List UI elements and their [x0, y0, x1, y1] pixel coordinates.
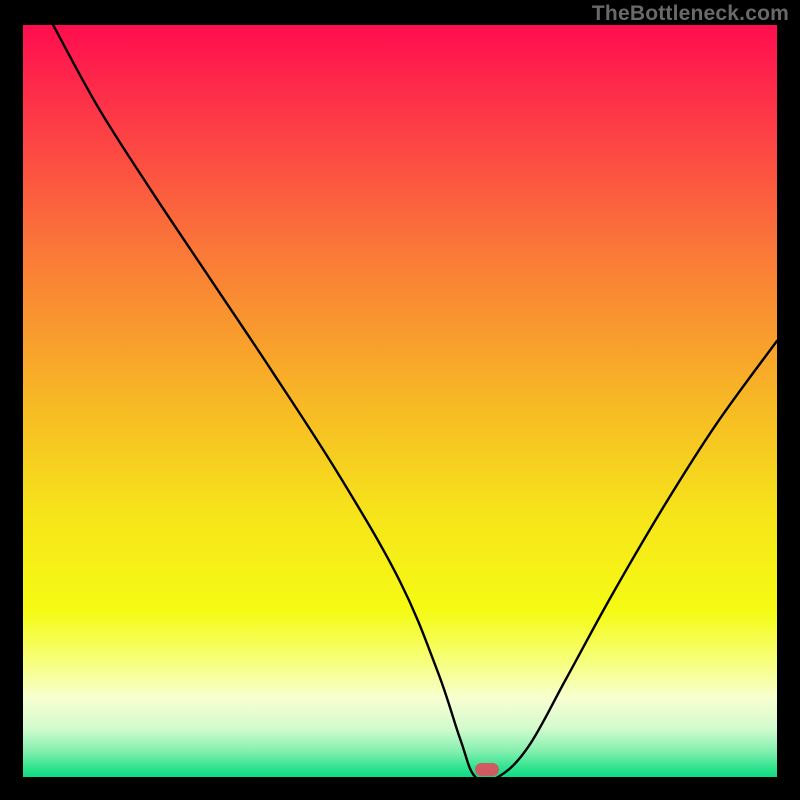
plot-area	[23, 25, 777, 777]
bottleneck-curve	[23, 25, 777, 777]
optimal-marker	[475, 763, 499, 776]
watermark-text: TheBottleneck.com	[592, 2, 789, 26]
chart-frame: TheBottleneck.com	[0, 0, 800, 800]
